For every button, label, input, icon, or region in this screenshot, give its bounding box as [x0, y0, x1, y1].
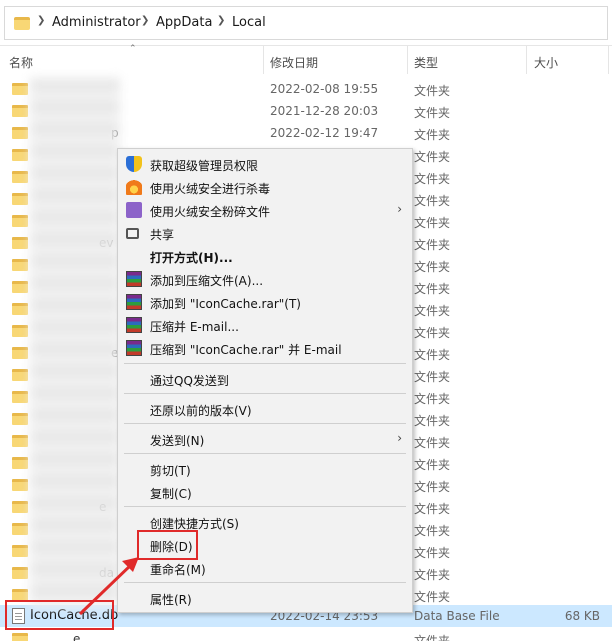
red-arrow-icon — [78, 557, 139, 616]
